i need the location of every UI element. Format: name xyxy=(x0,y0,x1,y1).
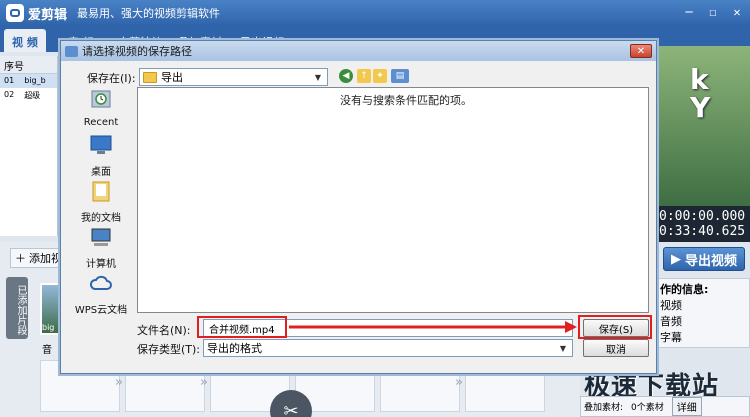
added-clips-tab[interactable]: 已添加片段 xyxy=(6,277,28,339)
preview-text-line: k xyxy=(690,63,709,96)
export-video-label: 导出视频 xyxy=(684,253,737,269)
place-label: WPS云文档 xyxy=(74,305,128,316)
row-number: 01 xyxy=(4,76,15,85)
timecode-display: 0:00:00.000 0:33:40.625 xyxy=(655,206,750,242)
new-folder-icon[interactable]: ✦ xyxy=(373,69,387,83)
chevron-down-icon: ▼ xyxy=(559,343,567,353)
place-label: Recent xyxy=(83,117,119,128)
file-list-pane[interactable]: 没有与搜索条件匹配的项。 xyxy=(137,87,649,313)
add-video-button[interactable]: ＋ 添加视 xyxy=(10,248,67,268)
column-header-index: 序号 xyxy=(0,56,57,74)
documents-folder-icon xyxy=(92,181,110,202)
save-in-value: 导出 xyxy=(161,71,183,84)
list-item[interactable]: 01 big_b xyxy=(0,74,57,88)
highlight-save-box xyxy=(578,315,652,339)
info-panel: 作的信息: 视频 音频 字幕 xyxy=(655,278,750,348)
export-video-button[interactable]: ▶ 导出视频 xyxy=(663,247,745,271)
clip-caption: big xyxy=(42,323,55,332)
detail-button[interactable]: 详细 xyxy=(671,397,702,416)
time-total: 0:33:40.625 xyxy=(659,224,746,239)
clip-list-panel: 序号 01 big_b 02 超级 xyxy=(0,56,58,236)
dialog-close-button[interactable]: ✕ xyxy=(630,44,652,58)
desktop-icon xyxy=(90,135,112,154)
dialog-title: 请选择视频的保存路径 xyxy=(82,45,192,58)
info-item: 视频 xyxy=(660,299,682,312)
window-controls: ─ ☐ ✕ xyxy=(680,4,746,20)
chevron-right-icon: » xyxy=(115,375,123,390)
place-label: 我的文档 xyxy=(81,213,121,224)
up-folder-icon[interactable]: ↑ xyxy=(357,69,371,83)
arrow-right-icon xyxy=(289,321,577,333)
place-recent[interactable]: Recent xyxy=(69,87,133,128)
time-current: 0:00:00.000 xyxy=(659,209,746,224)
place-wps-cloud[interactable]: WPS云文档 xyxy=(69,271,133,316)
row-name: 超级 xyxy=(24,91,41,100)
highlight-filename-box xyxy=(197,316,287,338)
app-logo-icon xyxy=(6,4,24,22)
app-titlebar: 爱剪辑 最易用、强大的视频剪辑软件 ─ ☐ ✕ xyxy=(0,0,750,26)
info-item: 字幕 xyxy=(660,331,682,344)
computer-icon xyxy=(91,228,111,246)
info-item: 音频 xyxy=(660,315,682,328)
dialog-titlebar: 请选择视频的保存路径 xyxy=(61,41,656,61)
chevron-down-icon: ▼ xyxy=(314,72,322,82)
filetype-value: 导出的格式 xyxy=(207,342,262,355)
recent-icon xyxy=(91,90,111,108)
audio-label: 音 xyxy=(42,345,52,356)
save-dialog: 请选择视频的保存路径 ✕ 保存在(I): 导出 ▼ ◀ ↑ ✦ ▤ Recent… xyxy=(60,40,657,374)
add-video-label: 添加视 xyxy=(29,252,62,265)
chevron-right-icon: » xyxy=(200,375,208,390)
cancel-button[interactable]: 取消 xyxy=(583,339,649,357)
preview-text-line: Y xyxy=(690,91,711,124)
place-desktop[interactable]: 桌面 xyxy=(69,133,133,178)
place-label: 计算机 xyxy=(86,259,116,270)
place-documents[interactable]: 我的文档 xyxy=(69,179,133,224)
status-value: 0个素材 xyxy=(631,403,664,413)
place-label: 桌面 xyxy=(91,167,111,178)
add-icon: ＋ xyxy=(15,252,26,265)
places-bar: Recent 桌面 我的文档 计算机 WPS云文档 xyxy=(69,87,133,316)
save-in-label: 保存在(I): xyxy=(87,72,136,85)
info-title: 作的信息: xyxy=(660,283,709,296)
tab-video[interactable]: 视 频 xyxy=(4,29,46,52)
preview-overlay-text: k Y xyxy=(690,66,710,122)
view-menu-icon[interactable]: ▤ xyxy=(391,69,409,83)
overlay-status: 叠加素材: 0个素材 详细 xyxy=(580,396,750,417)
maximize-icon[interactable]: ☐ xyxy=(704,4,722,20)
dialog-app-icon xyxy=(65,45,78,57)
cloud-icon xyxy=(89,275,112,290)
app-name: 爱剪辑 xyxy=(28,7,68,23)
list-item[interactable]: 02 超级 xyxy=(0,88,57,102)
row-name: big_b xyxy=(24,76,46,85)
filetype-dropdown[interactable]: 导出的格式 ▼ xyxy=(203,339,573,357)
row-number: 02 xyxy=(4,90,15,99)
minimize-icon[interactable]: ─ xyxy=(680,4,698,20)
status-label: 叠加素材: xyxy=(584,403,624,413)
chevron-right-icon: » xyxy=(455,375,463,390)
filename-label: 文件名(N): xyxy=(137,324,191,337)
export-icon: ▶ xyxy=(670,251,681,267)
app-slogan: 最易用、强大的视频剪辑软件 xyxy=(77,7,221,20)
save-in-dropdown[interactable]: 导出 ▼ xyxy=(139,68,328,86)
back-icon[interactable]: ◀ xyxy=(339,69,353,83)
close-icon[interactable]: ✕ xyxy=(728,4,746,20)
empty-message: 没有与搜索条件匹配的项。 xyxy=(340,94,472,107)
filetype-label: 保存类型(T): xyxy=(137,343,201,356)
place-computer[interactable]: 计算机 xyxy=(69,225,133,270)
folder-icon xyxy=(143,71,157,83)
